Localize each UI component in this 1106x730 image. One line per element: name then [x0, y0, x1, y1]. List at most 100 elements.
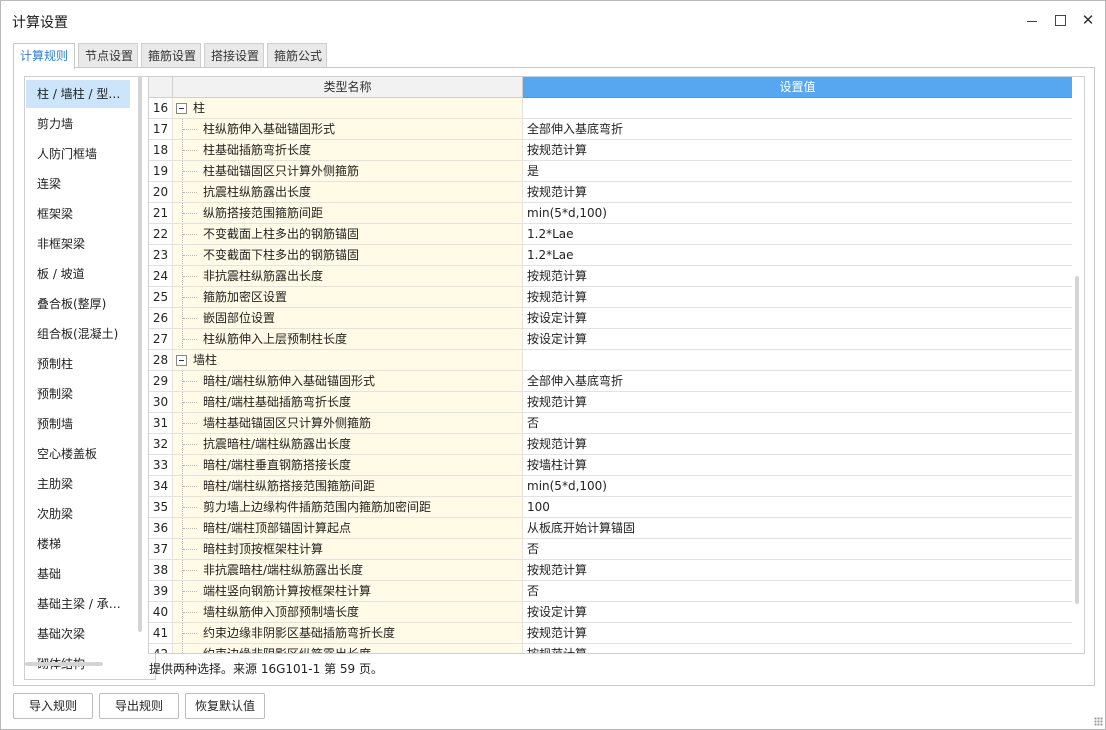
value-cell[interactable]: 1.2*Lae [523, 224, 1072, 245]
name-cell[interactable]: 柱基础插筋弯折长度 [173, 140, 523, 161]
tab-calc-rules[interactable]: 计算规则 [13, 43, 75, 69]
name-cell[interactable]: 柱 [173, 98, 523, 119]
table-row[interactable]: 33 暗柱/端柱垂直钢筋搭接长度 按墙柱计算 [149, 455, 1072, 476]
table-row[interactable]: 41 约束边缘非阴影区基础插筋弯折长度 按规范计算 [149, 623, 1072, 644]
table-row[interactable]: 26 嵌固部位设置 按设定计算 [149, 308, 1072, 329]
value-cell[interactable]: 否 [523, 539, 1072, 560]
name-cell[interactable]: 非抗震暗柱/端柱纵筋露出长度 [173, 560, 523, 581]
sidebar-item[interactable]: 组合板(混凝土) [26, 320, 130, 348]
table-row[interactable]: 20 抗震柱纵筋露出长度 按规范计算 [149, 182, 1072, 203]
value-cell[interactable]: 是 [523, 161, 1072, 182]
name-cell[interactable]: 墙柱基础锚固区只计算外侧箍筋 [173, 413, 523, 434]
restore-defaults-button[interactable]: 恢复默认值 [185, 693, 265, 719]
table-row[interactable]: 25 箍筋加密区设置 按规范计算 [149, 287, 1072, 308]
collapse-icon[interactable] [176, 355, 187, 366]
sidebar-item[interactable]: 连梁 [26, 170, 130, 198]
value-cell[interactable]: 按规范计算 [523, 287, 1072, 308]
tab-stirrup-formula[interactable]: 箍筋公式 [267, 43, 327, 68]
table-row[interactable]: 38 非抗震暗柱/端柱纵筋露出长度 按规范计算 [149, 560, 1072, 581]
sidebar-item[interactable]: 非框架梁 [26, 230, 130, 258]
table-row[interactable]: 24 非抗震柱纵筋露出长度 按规范计算 [149, 266, 1072, 287]
value-cell[interactable]: 按规范计算 [523, 140, 1072, 161]
sidebar-item[interactable]: 预制梁 [26, 380, 130, 408]
table-row[interactable]: 42 约束边缘非阴影区纵筋露出长度 按规范计算 [149, 644, 1072, 653]
minimize-icon[interactable] [1024, 12, 1040, 28]
value-cell[interactable]: 按设定计算 [523, 329, 1072, 350]
value-cell[interactable]: 按规范计算 [523, 434, 1072, 455]
name-cell[interactable]: 不变截面下柱多出的钢筋锚固 [173, 245, 523, 266]
tab-node-settings[interactable]: 节点设置 [78, 43, 138, 68]
sidebar-item[interactable]: 基础 [26, 560, 130, 588]
name-cell[interactable]: 暗柱/端柱顶部锚固计算起点 [173, 518, 523, 539]
table-row[interactable]: 19 柱基础锚固区只计算外侧箍筋 是 [149, 161, 1072, 182]
value-cell[interactable]: 按设定计算 [523, 308, 1072, 329]
grid-vertical-scrollbar[interactable] [1075, 276, 1079, 604]
name-cell[interactable]: 抗震暗柱/端柱纵筋露出长度 [173, 434, 523, 455]
sidebar-item[interactable]: 预制柱 [26, 350, 130, 378]
value-cell[interactable]: 按规范计算 [523, 623, 1072, 644]
name-cell[interactable]: 端柱竖向钢筋计算按框架柱计算 [173, 581, 523, 602]
tab-stirrup-settings[interactable]: 箍筋设置 [141, 43, 201, 68]
value-cell[interactable]: 按规范计算 [523, 644, 1072, 653]
name-cell[interactable]: 暗柱/端柱垂直钢筋搭接长度 [173, 455, 523, 476]
name-cell[interactable]: 暗柱封顶按框架柱计算 [173, 539, 523, 560]
value-cell[interactable]: 按设定计算 [523, 602, 1072, 623]
name-cell[interactable]: 不变截面上柱多出的钢筋锚固 [173, 224, 523, 245]
group-row[interactable]: 28 墙柱 [149, 350, 1072, 371]
table-row[interactable]: 22 不变截面上柱多出的钢筋锚固 1.2*Lae [149, 224, 1072, 245]
value-cell[interactable] [523, 98, 1072, 119]
export-rules-button[interactable]: 导出规则 [99, 693, 179, 719]
group-row[interactable]: 16 柱 [149, 98, 1072, 119]
maximize-icon[interactable] [1052, 12, 1068, 28]
value-cell[interactable]: 1.2*Lae [523, 245, 1072, 266]
name-cell[interactable]: 柱纵筋伸入基础锚固形式 [173, 119, 523, 140]
name-cell[interactable]: 暗柱/端柱基础插筋弯折长度 [173, 392, 523, 413]
value-cell[interactable]: 从板底开始计算锚固 [523, 518, 1072, 539]
table-row[interactable]: 32 抗震暗柱/端柱纵筋露出长度 按规范计算 [149, 434, 1072, 455]
table-row[interactable]: 21 纵筋搭接范围箍筋间距 min(5*d,100) [149, 203, 1072, 224]
sidebar-item[interactable]: 预制墙 [26, 410, 130, 438]
sidebar-item[interactable]: 次肋梁 [26, 500, 130, 528]
name-cell[interactable]: 箍筋加密区设置 [173, 287, 523, 308]
collapse-icon[interactable] [176, 103, 187, 114]
value-cell[interactable]: 按规范计算 [523, 560, 1072, 581]
sidebar-item[interactable]: 基础次梁 [26, 620, 130, 648]
name-cell[interactable]: 非抗震柱纵筋露出长度 [173, 266, 523, 287]
value-cell[interactable]: 全部伸入基底弯折 [523, 119, 1072, 140]
sidebar-item[interactable]: 板 / 坡道 [26, 260, 130, 288]
value-cell[interactable]: 按规范计算 [523, 182, 1072, 203]
table-row[interactable]: 36 暗柱/端柱顶部锚固计算起点 从板底开始计算锚固 [149, 518, 1072, 539]
name-cell[interactable]: 墙柱纵筋伸入顶部预制墙长度 [173, 602, 523, 623]
table-row[interactable]: 35 剪力墙上边缘构件插筋范围内箍筋加密间距 100 [149, 497, 1072, 518]
sidebar-item[interactable]: 主肋梁 [26, 470, 130, 498]
value-cell[interactable]: 否 [523, 581, 1072, 602]
table-row[interactable]: 23 不变截面下柱多出的钢筋锚固 1.2*Lae [149, 245, 1072, 266]
table-row[interactable]: 27 柱纵筋伸入上层预制柱长度 按设定计算 [149, 329, 1072, 350]
sidebar-item[interactable]: 楼梯 [26, 530, 130, 558]
table-row[interactable]: 40 墙柱纵筋伸入顶部预制墙长度 按设定计算 [149, 602, 1072, 623]
sidebar-item[interactable]: 柱 / 墙柱 / 型钢柱 [26, 80, 130, 108]
value-cell[interactable]: 否 [523, 413, 1072, 434]
column-header-value[interactable]: 设置值 [523, 77, 1072, 98]
sidebar-horizontal-scrollbar[interactable] [25, 662, 103, 666]
table-row[interactable]: 18 柱基础插筋弯折长度 按规范计算 [149, 140, 1072, 161]
table-row[interactable]: 34 暗柱/端柱纵筋搭接范围箍筋间距 min(5*d,100) [149, 476, 1072, 497]
name-cell[interactable]: 嵌固部位设置 [173, 308, 523, 329]
name-cell[interactable]: 暗柱/端柱纵筋伸入基础锚固形式 [173, 371, 523, 392]
name-cell[interactable]: 墙柱 [173, 350, 523, 371]
sidebar-item[interactable]: 基础主梁 / 承台梁 [26, 590, 130, 618]
close-icon[interactable]: ✕ [1080, 12, 1096, 28]
value-cell[interactable]: min(5*d,100) [523, 203, 1072, 224]
name-cell[interactable]: 约束边缘非阴影区纵筋露出长度 [173, 644, 523, 653]
sidebar-vertical-scrollbar[interactable] [138, 76, 142, 632]
value-cell[interactable]: 按规范计算 [523, 266, 1072, 287]
name-cell[interactable]: 柱基础锚固区只计算外侧箍筋 [173, 161, 523, 182]
value-cell[interactable] [523, 350, 1072, 371]
value-cell[interactable]: 100 [523, 497, 1072, 518]
value-cell[interactable]: 全部伸入基底弯折 [523, 371, 1072, 392]
table-row[interactable]: 17 柱纵筋伸入基础锚固形式 全部伸入基底弯折 [149, 119, 1072, 140]
column-header-name[interactable]: 类型名称 [173, 77, 523, 98]
tab-lap-settings[interactable]: 搭接设置 [204, 43, 264, 68]
value-cell[interactable]: min(5*d,100) [523, 476, 1072, 497]
value-cell[interactable]: 按规范计算 [523, 392, 1072, 413]
